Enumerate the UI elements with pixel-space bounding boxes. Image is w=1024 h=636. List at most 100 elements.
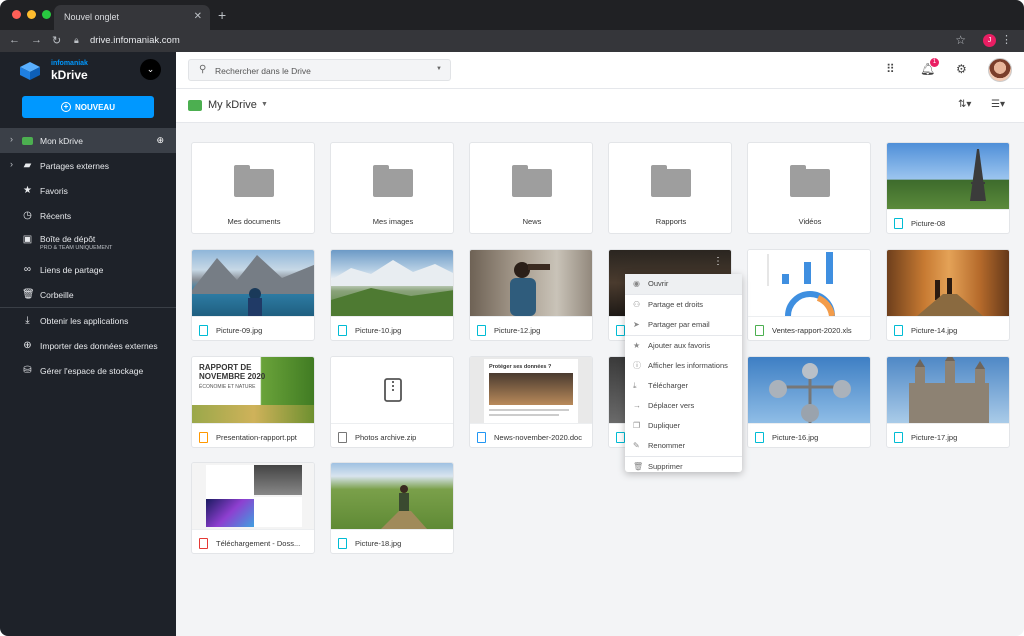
sidebar-item-label: Favoris [40, 185, 68, 196]
sidebar-item-label: Boîte de dépôt [40, 234, 96, 244]
menu-item-label: Renommer [648, 441, 686, 450]
folder-card[interactable]: Mes images [330, 142, 454, 234]
file-name: News-november-2020.doc [494, 433, 582, 442]
trash-icon: 🗑︎ [633, 462, 644, 471]
file-card[interactable]: Ventes-rapport-2020.xls [747, 249, 871, 341]
apps-grid-icon[interactable]: ⠿ [886, 62, 895, 76]
file-card[interactable]: Picture-12.jpg [469, 249, 593, 341]
drive-switcher-chevron-icon[interactable]: ⌄ [140, 59, 161, 80]
file-name: Picture-09.jpg [216, 326, 263, 335]
file-card[interactable]: Picture-09.jpg [191, 249, 315, 341]
menu-item-telecharger[interactable]: ⤓ Télécharger [625, 376, 742, 396]
presentation-thumbnail: RAPPORT DE NOVEMBRE 2020 ÉCONOMIE ET NAT… [192, 357, 314, 423]
file-card[interactable]: RAPPORT DE NOVEMBRE 2020 ÉCONOMIE ET NAT… [191, 356, 315, 448]
import-icon: ⊕ [23, 340, 32, 351]
sidebar-item-obtenir-applications[interactable]: ⤓ Obtenir les applications [0, 308, 176, 333]
sidebar-item-label: Partages externes [40, 160, 109, 171]
menu-item-label: Télécharger [648, 381, 689, 390]
search-box[interactable]: ⚲ ▼ [188, 59, 451, 81]
sidebar-item-label: Importer des données externes [40, 340, 158, 351]
top-bar: ⚲ ▼ ⠿ 🔔︎ 1 ⚙ [176, 52, 1024, 89]
bookmark-star-icon[interactable]: ☆ [955, 33, 966, 47]
image-thumbnail [748, 357, 870, 423]
folder-card[interactable]: Mes documents [191, 142, 315, 234]
gear-icon[interactable]: ⚙ [956, 62, 967, 76]
chart-thumbnail [748, 250, 870, 317]
file-card[interactable]: Protéger ses données ? News-november-202… [469, 356, 593, 448]
chevron-right-icon[interactable]: › [10, 134, 13, 144]
more-options-icon[interactable]: ⋮ [713, 256, 723, 267]
menu-item-dupliquer[interactable]: ❐ Dupliquer [625, 416, 742, 436]
chevron-right-icon[interactable]: › [10, 159, 13, 169]
menu-item-ajouter-favoris[interactable]: ★ Ajouter aux favoris [625, 336, 742, 356]
menu-item-label: Déplacer vers [648, 401, 695, 410]
menu-item-partage-droits[interactable]: ⚇ Partage et droits [625, 295, 742, 315]
send-icon: ➤ [633, 320, 640, 329]
url-field[interactable]: drive.infomaniak.com [90, 35, 180, 46]
sidebar-item-boite-de-depot[interactable]: ▣ Boîte de dépôt PRO & TEAM UNIQUEMENT [0, 228, 176, 257]
sidebar-item-recents[interactable]: ◷ Récents [0, 203, 176, 228]
sidebar-item-favoris[interactable]: ★ Favoris [0, 178, 176, 203]
menu-item-supprimer[interactable]: 🗑︎ Supprimer [625, 457, 742, 477]
reload-icon[interactable]: ↻ [52, 34, 61, 47]
file-card[interactable]: Picture-18.jpg [330, 462, 454, 554]
browser-menu-icon[interactable]: ⋮ [1001, 33, 1012, 46]
browser-profile-avatar[interactable]: J [983, 34, 996, 47]
thumbnail-title: Protéger ses données ? [489, 364, 552, 370]
sidebar-item-mon-kdrive[interactable]: › Mon kDrive ⊕ [0, 128, 176, 153]
back-icon[interactable]: ← [9, 34, 20, 46]
image-thumbnail [887, 357, 1009, 423]
menu-item-deplacer[interactable]: → Déplacer vers [625, 396, 742, 416]
file-card[interactable]: Photos archive.zip [330, 356, 454, 448]
shared-folder-icon: ▰ [23, 160, 32, 171]
image-file-icon [616, 432, 625, 443]
folder-card[interactable]: Rapports [608, 142, 732, 234]
sidebar-item-importer-donnees[interactable]: ⊕ Importer des données externes [0, 333, 176, 358]
page-title[interactable]: My kDrive [208, 99, 257, 111]
caret-down-icon[interactable]: ▼ [436, 66, 442, 72]
folder-card[interactable]: Vidéos [747, 142, 871, 234]
image-thumbnail [887, 250, 1009, 316]
file-card[interactable]: Picture-17.jpg [886, 356, 1010, 448]
folder-icon [790, 165, 830, 197]
image-thumbnail [331, 250, 453, 316]
menu-item-partager-email[interactable]: ➤ Partager par email [625, 315, 742, 335]
image-file-icon [616, 325, 625, 336]
file-card[interactable]: Picture-08 [886, 142, 1010, 234]
chevron-down-icon[interactable]: ▼ [261, 101, 268, 108]
sort-icon[interactable]: ⇅▾ [958, 99, 971, 110]
add-circle-icon[interactable]: ⊕ [156, 135, 164, 146]
sidebar-item-partages-externes[interactable]: › ▰ Partages externes [0, 153, 176, 178]
sidebar-item-text: Boîte de dépôt PRO & TEAM UNIQUEMENT [40, 234, 112, 251]
list-view-icon[interactable]: ☰▾ [991, 99, 1005, 110]
search-input[interactable] [215, 64, 425, 77]
pdf-thumbnail [192, 463, 314, 529]
sidebar-item-gerer-stockage[interactable]: ⛁ Gérer l'espace de stockage [0, 358, 176, 383]
file-card[interactable]: Téléchargement - Doss... [191, 462, 315, 554]
minimize-window-button[interactable] [27, 10, 36, 19]
file-card[interactable]: Picture-16.jpg [747, 356, 871, 448]
menu-item-afficher-informations[interactable]: ⓘ Afficher les informations [625, 356, 742, 376]
document-file-icon [477, 432, 486, 443]
presentation-file-icon [199, 432, 208, 443]
forward-icon[interactable]: → [31, 34, 42, 46]
browser-tab[interactable]: Nouvel onglet ✕ [54, 5, 210, 30]
folder-card[interactable]: News [469, 142, 593, 234]
menu-item-label: Partager par email [648, 320, 710, 329]
maximize-window-button[interactable] [42, 10, 51, 19]
menu-item-renommer[interactable]: ✎ Renommer [625, 436, 742, 456]
sidebar-item-liens-de-partage[interactable]: ∞ Liens de partage [0, 257, 176, 282]
sidebar-item-corbeille[interactable]: 🗑︎ Corbeille [0, 282, 176, 307]
menu-item-ouvrir[interactable]: ◉ Ouvrir [625, 274, 742, 294]
browser-tab-title: Nouvel onglet [64, 12, 120, 22]
file-card[interactable]: Picture-10.jpg [330, 249, 454, 341]
new-button[interactable]: + NOUVEAU [22, 96, 154, 118]
image-thumbnail [192, 250, 314, 316]
image-thumbnail [887, 143, 1009, 209]
new-tab-icon[interactable]: + [218, 7, 226, 23]
menu-item-label: Afficher les informations [648, 361, 728, 370]
close-icon[interactable]: ✕ [194, 11, 202, 22]
close-window-button[interactable] [12, 10, 21, 19]
file-card[interactable]: Picture-14.jpg [886, 249, 1010, 341]
avatar[interactable] [988, 58, 1012, 82]
